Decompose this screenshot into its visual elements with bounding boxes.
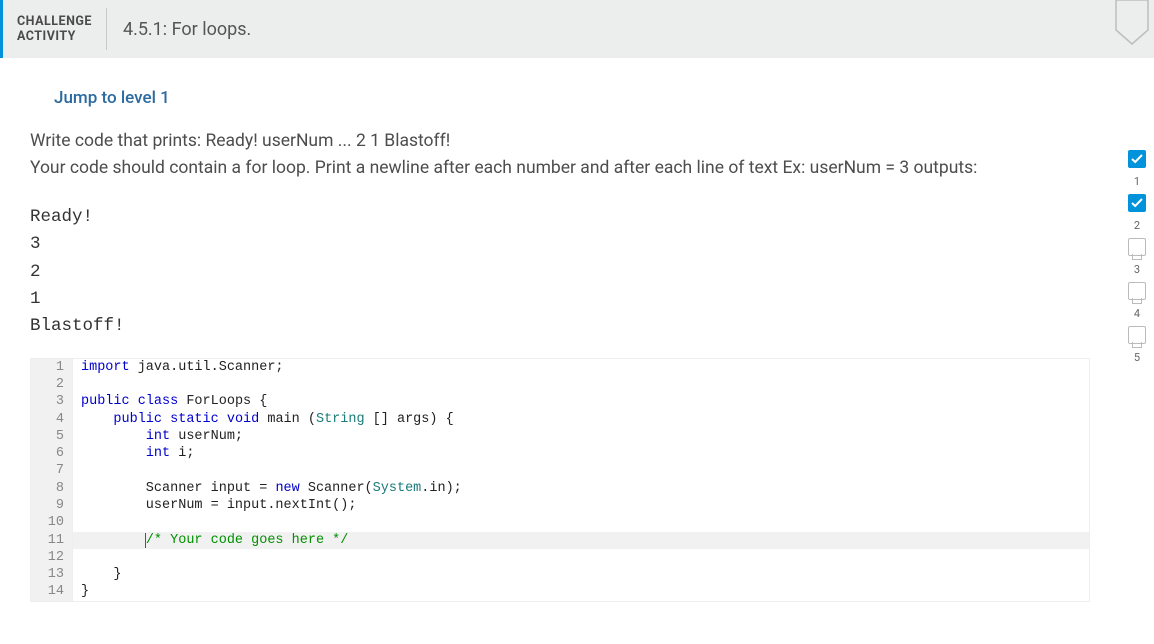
- step-number: 4: [1134, 307, 1140, 320]
- sample-output-line: 3: [30, 231, 1120, 258]
- code-text[interactable]: int userNum;: [73, 428, 1089, 445]
- code-text[interactable]: [73, 376, 1089, 393]
- step-indicator[interactable]: 4: [1128, 282, 1146, 320]
- code-line[interactable]: 10: [31, 514, 1089, 531]
- code-text[interactable]: }: [73, 566, 1089, 583]
- code-line[interactable]: 5 int userNum;: [31, 428, 1089, 445]
- code-line[interactable]: 1import java.util.Scanner;: [31, 359, 1089, 376]
- code-line[interactable]: 3public class ForLoops {: [31, 393, 1089, 410]
- step-number: 5: [1134, 351, 1140, 364]
- code-text[interactable]: [73, 514, 1089, 531]
- step-number: 3: [1134, 263, 1140, 276]
- step-indicator[interactable]: 1: [1128, 150, 1146, 188]
- sample-output-line: Ready!: [30, 204, 1120, 231]
- step-number: 1: [1134, 175, 1140, 188]
- header-label-line1: CHALLENGE: [17, 14, 92, 29]
- code-text[interactable]: int i;: [73, 445, 1089, 462]
- line-number: 5: [31, 428, 73, 445]
- code-line[interactable]: 12: [31, 549, 1089, 566]
- code-text[interactable]: Scanner input = new Scanner(System.in);: [73, 480, 1089, 497]
- check-icon: [1128, 194, 1146, 212]
- code-text[interactable]: userNum = input.nextInt();: [73, 497, 1089, 514]
- sample-output-line: 1: [30, 286, 1120, 313]
- pocket-icon: [1128, 282, 1146, 300]
- step-indicator[interactable]: 5: [1128, 326, 1146, 364]
- line-number: 6: [31, 445, 73, 462]
- code-text[interactable]: public static void main (String [] args)…: [73, 411, 1089, 428]
- prompt-line-1: Write code that prints: Ready! userNum .…: [30, 128, 1098, 155]
- code-line[interactable]: 11 /* Your code goes here */: [31, 532, 1089, 549]
- sample-output-line: 2: [30, 259, 1120, 286]
- line-number: 9: [31, 497, 73, 514]
- code-line[interactable]: 9 userNum = input.nextInt();: [31, 497, 1089, 514]
- line-number: 3: [31, 393, 73, 410]
- line-number: 11: [31, 532, 73, 549]
- code-text[interactable]: [73, 462, 1089, 479]
- prompt-line-2: Your code should contain a for loop. Pri…: [30, 155, 1098, 182]
- line-number: 2: [31, 376, 73, 393]
- line-number: 10: [31, 514, 73, 531]
- prompt-text: Write code that prints: Ready! userNum .…: [0, 128, 1120, 204]
- code-line[interactable]: 2: [31, 376, 1089, 393]
- challenge-header: CHALLENGE ACTIVITY 4.5.1: For loops.: [0, 0, 1154, 58]
- header-label: CHALLENGE ACTIVITY: [3, 0, 106, 58]
- line-number: 13: [31, 566, 73, 583]
- sample-output-line: Blastoff!: [30, 313, 1120, 340]
- step-number: 2: [1134, 219, 1140, 232]
- line-number: 7: [31, 462, 73, 479]
- jump-to-level-link[interactable]: Jump to level 1: [0, 58, 190, 128]
- step-indicator-column: 1 2 3 4 5: [1120, 58, 1154, 602]
- check-icon: [1128, 150, 1146, 168]
- code-editor[interactable]: 1import java.util.Scanner;2 3public clas…: [30, 358, 1090, 602]
- step-indicator[interactable]: 2: [1128, 194, 1146, 232]
- code-line[interactable]: 13 }: [31, 566, 1089, 583]
- line-number: 8: [31, 480, 73, 497]
- code-line[interactable]: 8 Scanner input = new Scanner(System.in)…: [31, 480, 1089, 497]
- line-number: 12: [31, 549, 73, 566]
- code-line[interactable]: 4 public static void main (String [] arg…: [31, 411, 1089, 428]
- line-number: 4: [31, 411, 73, 428]
- line-number: 1: [31, 359, 73, 376]
- code-text[interactable]: }: [73, 583, 1089, 600]
- code-line[interactable]: 6 int i;: [31, 445, 1089, 462]
- code-text[interactable]: /* Your code goes here */: [73, 532, 1089, 549]
- pocket-icon: [1110, 0, 1154, 58]
- header-title: 4.5.1: For loops.: [107, 0, 267, 58]
- code-text[interactable]: import java.util.Scanner;: [73, 359, 1089, 376]
- code-line[interactable]: 7: [31, 462, 1089, 479]
- header-label-line2: ACTIVITY: [17, 29, 92, 44]
- pocket-icon: [1128, 326, 1146, 344]
- pocket-icon: [1128, 238, 1146, 256]
- step-indicator[interactable]: 3: [1128, 238, 1146, 276]
- code-line[interactable]: 14}: [31, 583, 1089, 600]
- code-text[interactable]: [73, 549, 1089, 566]
- line-number: 14: [31, 583, 73, 600]
- code-text[interactable]: public class ForLoops {: [73, 393, 1089, 410]
- sample-output: Ready!321Blastoff!: [0, 204, 1120, 358]
